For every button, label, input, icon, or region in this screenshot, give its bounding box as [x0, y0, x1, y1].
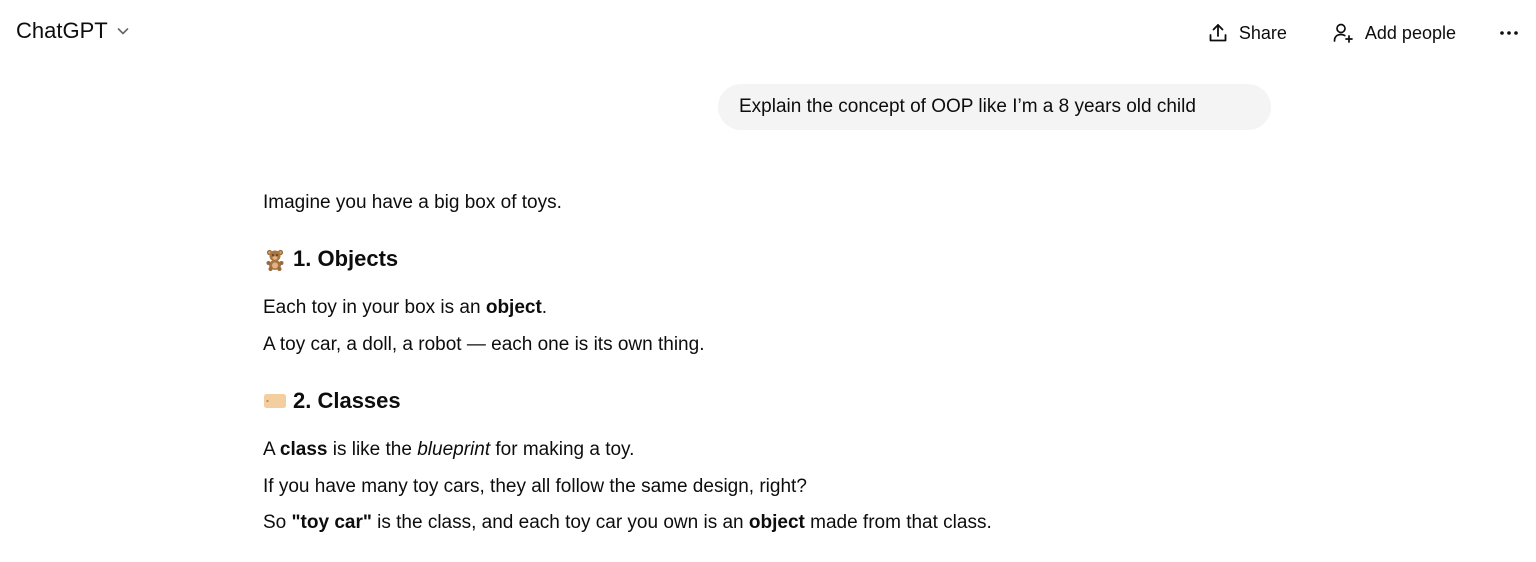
bold-text: object	[748, 512, 805, 533]
add-people-label: Add people	[1364, 22, 1456, 43]
more-horizontal-icon	[1498, 22, 1520, 44]
objects-line-2: A toy car, a doll, a robot — each one is…	[263, 334, 705, 355]
text-segment: is like the	[327, 439, 418, 460]
text-segment: is the class, and each toy car you own i…	[371, 512, 749, 533]
section-heading-objects: 1. Objects	[263, 246, 398, 272]
user-message-text: Explain the concept of OOP like I’m a 8 …	[739, 96, 1196, 117]
objects-line-1: Each toy in your box is an object.	[263, 296, 547, 320]
header-actions: Share Add people	[1207, 18, 1520, 48]
bold-text: object	[485, 297, 542, 318]
top-bar: ChatGPT Share Add people	[0, 0, 1536, 66]
add-person-icon	[1331, 21, 1355, 45]
share-label: Share	[1238, 22, 1287, 43]
classes-line-1: A class is like the blueprint for making…	[263, 438, 634, 462]
model-switcher-button[interactable]: ChatGPT	[16, 18, 130, 44]
text-segment: for making a toy.	[490, 439, 635, 460]
bold-text: "toy car"	[291, 512, 372, 533]
text-segment: A	[263, 439, 280, 460]
teddy-bear-icon	[263, 247, 287, 271]
text-segment: So	[263, 512, 292, 533]
user-message-bubble: Explain the concept of OOP like I’m a 8 …	[718, 84, 1271, 130]
add-people-button[interactable]: Add people	[1331, 18, 1456, 48]
chat-page: ChatGPT Share Add people Explain the con…	[0, 0, 1536, 562]
more-options-button[interactable]	[1498, 18, 1520, 48]
text-segment: Each toy in your box is an	[263, 297, 486, 318]
bold-text: class	[279, 439, 328, 460]
italic-text: blueprint	[417, 439, 491, 460]
section-title: 2. Classes	[293, 388, 401, 413]
classes-line-3: So "toy car" is the class, and each toy …	[263, 511, 992, 535]
section-heading-classes: 2. Classes	[263, 388, 401, 414]
classes-line-2: If you have many toy cars, they all foll…	[263, 476, 807, 497]
share-button[interactable]: Share	[1207, 18, 1287, 48]
share-icon	[1207, 22, 1229, 44]
text-segment: .	[541, 297, 548, 318]
chevron-down-icon	[116, 24, 130, 38]
section-title: 1. Objects	[293, 246, 399, 271]
label-tag-icon	[263, 389, 287, 413]
intro-paragraph: Imagine you have a big box of toys.	[263, 192, 562, 213]
text-segment: made from that class.	[804, 512, 992, 533]
model-name: ChatGPT	[16, 18, 108, 43]
